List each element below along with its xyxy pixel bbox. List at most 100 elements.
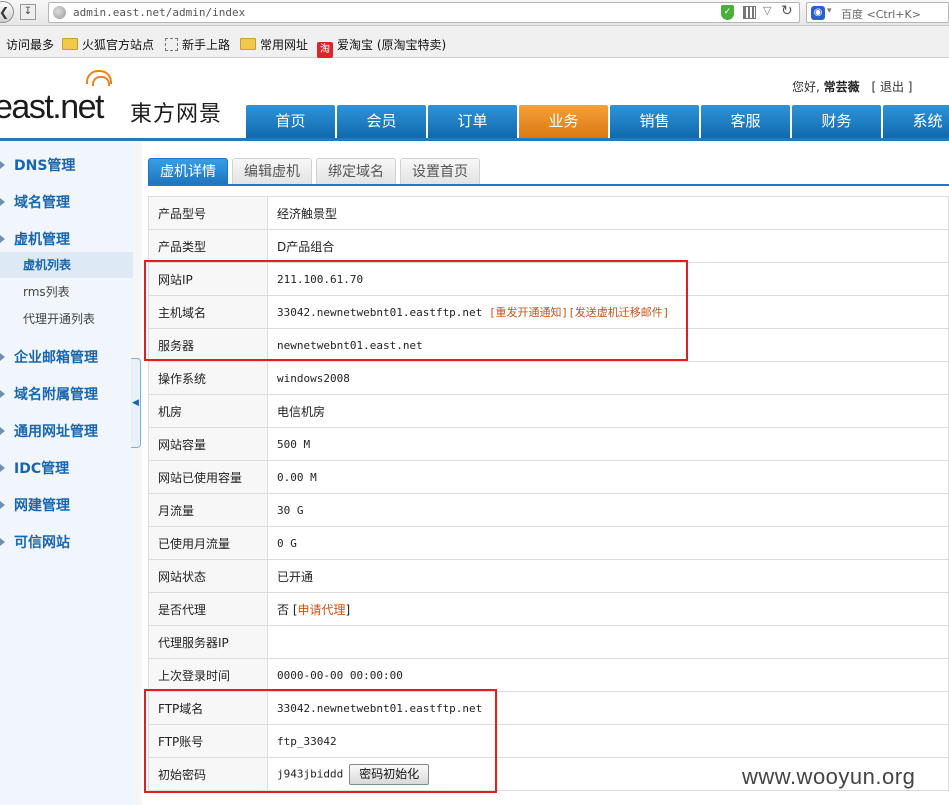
row-value: 0.00 M — [267, 460, 949, 494]
search-engine-dropdown-icon[interactable]: ▾ — [827, 6, 832, 16]
sidebar-item-vhost-list[interactable]: 虚机列表 — [0, 252, 133, 278]
expand-arrow-icon — [0, 198, 5, 206]
sidebar-section-label: IDC管理 — [14, 461, 70, 477]
nav-home[interactable]: 首页 — [246, 105, 335, 138]
shield-icon[interactable]: ✓ — [721, 5, 734, 20]
sidebar-item-rms-list[interactable]: rms列表 — [0, 279, 133, 305]
bookmark-label: 爱淘宝 (原淘宝特卖) — [337, 38, 447, 52]
sidebar-section-label: 虚机管理 — [14, 232, 70, 248]
browser-toolbar: ❮ ↧ admin.east.net/admin/index ✓ ▽ ↻ ◉ ▾… — [0, 0, 949, 26]
bookmark-label: 新手上路 — [182, 38, 231, 52]
row-label: 月流量 — [148, 493, 268, 527]
table-row: 网站状态 已开通 — [148, 559, 949, 593]
row-label: 网站状态 — [148, 559, 268, 593]
sidebar-section-label: DNS管理 — [14, 158, 76, 174]
url-text[interactable]: admin.east.net/admin/index — [73, 6, 245, 19]
sidebar-email[interactable]: 企业邮箱管理 — [0, 347, 133, 371]
nav-orders[interactable]: 订单 — [428, 105, 517, 138]
sidebar-trusted-site[interactable]: 可信网站 — [0, 532, 133, 556]
bookmark-common-sites[interactable]: 常用网址 — [240, 36, 308, 53]
sidebar-idc[interactable]: IDC管理 — [0, 458, 133, 482]
back-arrow-icon[interactable]: ❮ — [0, 1, 14, 23]
sidebar-item-agent-list[interactable]: 代理开通列表 — [0, 306, 133, 332]
nav-finance[interactable]: 财务 — [792, 105, 881, 138]
row-label: 网站已使用容量 — [148, 460, 268, 494]
sidebar-keyword[interactable]: 通用网址管理 — [0, 421, 133, 445]
search-box[interactable]: ◉ ▾ 百度 <Ctrl+K> — [806, 2, 949, 23]
row-value: 0000-00-00 00:00:00 — [267, 658, 949, 692]
table-row: 机房 电信机房 — [148, 394, 949, 428]
expand-arrow-icon — [0, 464, 5, 472]
sidebar-domain-extra[interactable]: 域名附属管理 — [0, 384, 133, 408]
row-label: 产品型号 — [148, 196, 268, 230]
address-bar[interactable]: admin.east.net/admin/index ✓ ▽ ↻ — [48, 2, 800, 23]
globe-icon — [53, 6, 66, 19]
table-row: 网站容量 500 M — [148, 427, 949, 461]
sidebar-dns[interactable]: DNS管理 — [0, 155, 133, 179]
sidebar-domain[interactable]: 域名管理 — [0, 192, 133, 216]
row-label: 上次登录时间 — [148, 658, 268, 692]
sidebar: DNS管理 域名管理 虚机管理 虚机列表 rms列表 代理开通列表 企业邮箱管理… — [0, 141, 133, 805]
expand-arrow-icon — [0, 427, 5, 435]
row-value: 已开通 — [267, 559, 949, 593]
tab-set-homepage[interactable]: 设置首页 — [400, 158, 480, 184]
table-row: 操作系统 windows2008 — [148, 361, 949, 395]
row-value: 0 G — [267, 526, 949, 560]
folder-icon — [240, 38, 256, 50]
collapse-sidebar-icon[interactable]: ◀ — [131, 358, 141, 448]
header-divider — [0, 138, 949, 141]
nav-sales[interactable]: 销售 — [610, 105, 699, 138]
sidebar-section-label: 企业邮箱管理 — [14, 350, 98, 366]
expand-arrow-icon — [0, 235, 5, 243]
greeting-prefix: 您好, — [792, 80, 820, 94]
logout-link[interactable]: [ 退出 ] — [872, 80, 913, 94]
sidebar-vhost[interactable]: 虚机管理 — [0, 229, 133, 253]
page-info-icon[interactable]: ↧ — [20, 4, 36, 20]
site-header: east.net 東方网景 您好, 常芸薇 [ 退出 ] 首页 会员 订单 业务… — [0, 58, 949, 138]
qr-code-icon[interactable] — [743, 6, 756, 19]
bookmark-label: 火狐官方站点 — [82, 38, 155, 52]
reload-icon[interactable]: ↻ — [781, 3, 793, 19]
row-value: windows2008 — [267, 361, 949, 395]
sidebar-website-build[interactable]: 网建管理 — [0, 495, 133, 519]
dropdown-arrow-icon[interactable]: ▽ — [763, 4, 771, 17]
row-label: 代理服务器IP — [148, 625, 268, 659]
expand-arrow-icon — [0, 353, 5, 361]
tab-vhost-detail[interactable]: 虚机详情 — [148, 158, 228, 184]
nav-support[interactable]: 客服 — [701, 105, 790, 138]
user-name: 常芸薇 — [823, 80, 860, 94]
nav-business[interactable]: 业务 — [519, 105, 608, 138]
table-row: 已使用月流量 0 G — [148, 526, 949, 560]
nav-system[interactable]: 系统 — [883, 105, 949, 138]
apply-agent-link[interactable]: 申请代理 — [298, 603, 346, 617]
expand-arrow-icon — [0, 538, 5, 546]
row-value: 500 M — [267, 427, 949, 461]
bookmark-firefox-official[interactable]: 火狐官方站点 — [62, 36, 154, 53]
row-label: 已使用月流量 — [148, 526, 268, 560]
row-label: 是否代理 — [148, 592, 268, 626]
cloud-logo-icon — [86, 70, 112, 86]
sidebar-section-label: 通用网址管理 — [14, 424, 98, 440]
table-row: 产品类型 D产品组合 — [148, 229, 949, 263]
row-label: 操作系统 — [148, 361, 268, 395]
detail-tabs: 虚机详情 编辑虚机 绑定域名 设置首页 — [148, 158, 949, 186]
tab-bind-domain[interactable]: 绑定域名 — [316, 158, 396, 184]
baidu-paw-icon[interactable]: ◉ — [811, 6, 825, 20]
nav-members[interactable]: 会员 — [337, 105, 426, 138]
sidebar-section-label: 网建管理 — [14, 498, 70, 514]
logo-text[interactable]: east.net — [0, 88, 104, 127]
row-label: 机房 — [148, 394, 268, 428]
row-value: D产品组合 — [267, 229, 949, 263]
bookmark-most-visited[interactable]: 访问最多 — [6, 36, 54, 53]
row-label: 网站容量 — [148, 427, 268, 461]
search-placeholder: 百度 <Ctrl+K> — [841, 8, 921, 21]
agent-value: 否 — [277, 602, 290, 617]
row-value: 电信机房 — [267, 394, 949, 428]
user-greeting: 您好, 常芸薇 [ 退出 ] — [792, 78, 913, 95]
bookmark-getting-started[interactable]: 新手上路 — [165, 36, 230, 53]
tab-edit-vhost[interactable]: 编辑虚机 — [232, 158, 312, 184]
bookmark-aitaobao[interactable]: 淘爱淘宝 (原淘宝特卖) — [317, 36, 446, 58]
row-value: 经济触景型 — [267, 196, 949, 230]
row-value: 30 G — [267, 493, 949, 527]
expand-arrow-icon — [0, 390, 5, 398]
